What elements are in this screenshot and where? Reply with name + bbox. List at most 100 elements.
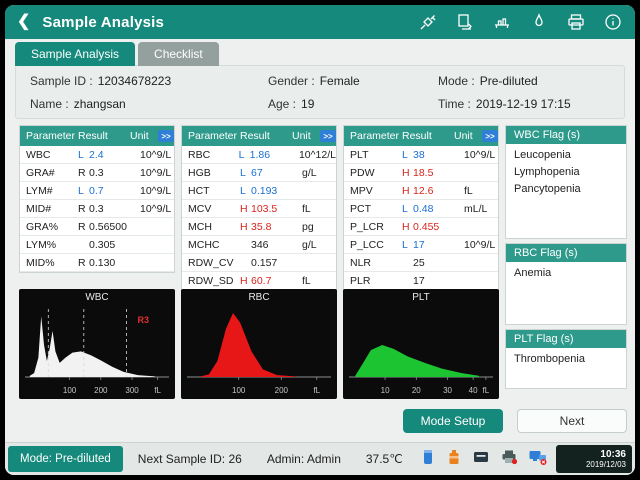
flag-section: RBC Flag (s)Anemia (505, 243, 627, 325)
cassette-status-icon[interactable] (472, 448, 490, 471)
param-result: H60.7 (240, 275, 302, 287)
chart-title: PLT (343, 292, 499, 303)
result-flag: L (402, 149, 413, 161)
table-row: PDWH18.5 (344, 164, 498, 182)
table-header-row: ParameterResultUnit>> (182, 126, 336, 146)
param-name: GRA% (26, 221, 78, 233)
result-value: 67 (251, 167, 263, 179)
rbc-histogram: RBC100200fL (181, 289, 337, 399)
table-row: MID%R0.130 (20, 254, 174, 272)
tube-status-icon[interactable] (420, 448, 436, 471)
param-result: H18.5 (402, 167, 464, 179)
param-name: PLT (350, 149, 402, 161)
param-result: H103.5 (240, 203, 302, 215)
tab-sample-analysis[interactable]: Sample Analysis (15, 42, 135, 66)
back-button[interactable]: ❮ (17, 5, 30, 39)
plt-parameter-table: ParameterResultUnit>>PLTL3810^9/LPDWH18.… (343, 125, 499, 291)
mode-indicator: Mode: Pre-diluted (8, 446, 123, 472)
mode-setup-button[interactable]: Mode Setup (403, 409, 503, 433)
param-name: P_LCR (350, 221, 402, 233)
axis-tick-label: fL (154, 386, 161, 395)
param-unit: 10^9/L (464, 239, 498, 251)
column-header-result: Result (78, 130, 130, 142)
name-label: Name : (30, 97, 69, 111)
header-toolbar (418, 12, 623, 32)
param-name: RDW_SD (188, 275, 240, 287)
plt-histogram: PLT10203040fL (343, 289, 499, 399)
name-field: Name :zhangsan (30, 97, 268, 111)
param-name: LYM# (26, 185, 78, 197)
param-result: R0.56500 (78, 221, 140, 233)
printer-icon[interactable] (566, 12, 586, 32)
result-flag: R (78, 203, 89, 215)
histogram-plot (343, 289, 499, 399)
result-flag: L (240, 167, 251, 179)
param-name: MCH (188, 221, 240, 233)
next-button[interactable]: Next (517, 409, 627, 433)
rack-icon[interactable] (492, 12, 512, 32)
param-result: 25 (402, 257, 464, 269)
reagent-status-icon[interactable] (446, 448, 462, 471)
network-status-icon[interactable] (528, 448, 548, 471)
column-header-unit: Unit (454, 130, 480, 142)
table-row: GRA#R0.310^9/L (20, 164, 174, 182)
time-field: Time :2019-12-19 17:15 (438, 97, 610, 111)
result-flag: R (78, 221, 89, 233)
axis-tick-label: 100 (63, 386, 76, 395)
result-value: 0.56500 (89, 221, 127, 233)
table-row: PLTL3810^9/L (344, 146, 498, 164)
param-unit: fL (464, 185, 498, 197)
param-result: R0.3 (78, 203, 140, 215)
param-name: GRA# (26, 167, 78, 179)
result-value: 103.5 (251, 203, 277, 215)
param-result: L2.4 (78, 149, 140, 161)
axis-tick-label: 200 (275, 386, 288, 395)
param-unit: 10^9/L (140, 167, 174, 179)
printer-status-icon[interactable] (500, 448, 518, 471)
record-export-icon[interactable] (455, 12, 475, 32)
param-result: L67 (240, 167, 302, 179)
tab-checklist[interactable]: Checklist (138, 42, 219, 66)
table-row: NLR25 (344, 254, 498, 272)
table-header-row: ParameterResultUnit>> (344, 126, 498, 146)
time-value: 2019-12-19 17:15 (476, 97, 571, 111)
dropper-icon[interactable] (529, 12, 549, 32)
flag-item: Lymphopenia (514, 166, 618, 178)
clock[interactable]: 10:36 2019/12/03 (556, 445, 632, 473)
expand-badge[interactable]: >> (482, 130, 498, 142)
axis-tick-label: 10 (381, 386, 390, 395)
param-result: R0.130 (78, 257, 140, 269)
param-result: 0.305 (78, 239, 140, 251)
flag-list: Anemia (506, 262, 626, 324)
gender-label: Gender : (268, 74, 315, 88)
table-row: MID#R0.310^9/L (20, 200, 174, 218)
flag-section: PLT Flag (s)Thrombopenia (505, 329, 627, 389)
param-name: MID% (26, 257, 78, 269)
param-name: P_LCC (350, 239, 402, 251)
axis-tick-label: 40 (469, 386, 478, 395)
flag-item: Leucopenia (514, 149, 618, 161)
flag-section-title: WBC Flag (s) (506, 126, 626, 144)
syringe-icon[interactable] (418, 12, 438, 32)
param-unit: 10^9/L (464, 149, 498, 161)
status-bar: Mode: Pre-diluted Next Sample ID: 26 Adm… (5, 442, 635, 475)
sample-id-field: Sample ID :12034678223 (30, 74, 268, 88)
expand-badge[interactable]: >> (320, 130, 336, 142)
result-value: 35.8 (251, 221, 271, 233)
info-icon[interactable] (603, 12, 623, 32)
param-name: NLR (350, 257, 402, 269)
param-unit: 10^12/L (299, 149, 336, 161)
param-unit: pg (302, 221, 336, 233)
expand-badge[interactable]: >> (158, 130, 174, 142)
age-field: Age :19 (268, 97, 438, 111)
column-header-parameter: Parameter (350, 130, 402, 142)
table-row: PCTL0.48mL/L (344, 200, 498, 218)
result-flag: H (240, 275, 251, 287)
table-row: P_LCCL1710^9/L (344, 236, 498, 254)
result-value: 1.86 (250, 149, 270, 161)
param-name: PDW (350, 167, 402, 179)
result-value: 0.157 (251, 257, 277, 269)
result-value: 60.7 (251, 275, 271, 287)
result-value: 17 (413, 275, 425, 287)
param-unit: 10^9/L (140, 203, 174, 215)
